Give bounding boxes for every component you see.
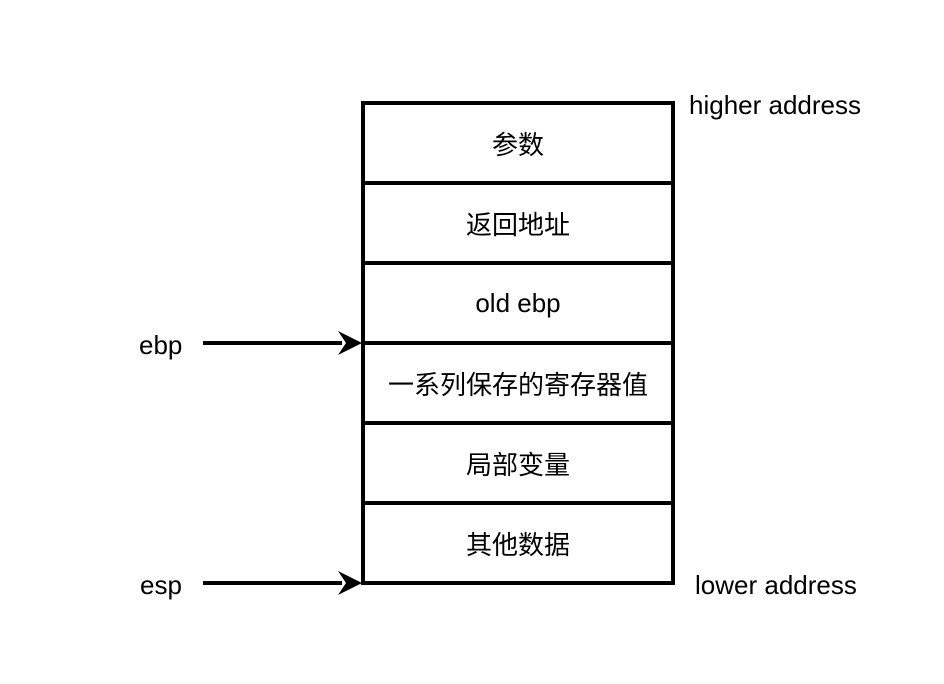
esp-arrow	[203, 571, 362, 595]
pointer-arrows	[203, 331, 362, 595]
ebp-arrow	[203, 331, 362, 355]
